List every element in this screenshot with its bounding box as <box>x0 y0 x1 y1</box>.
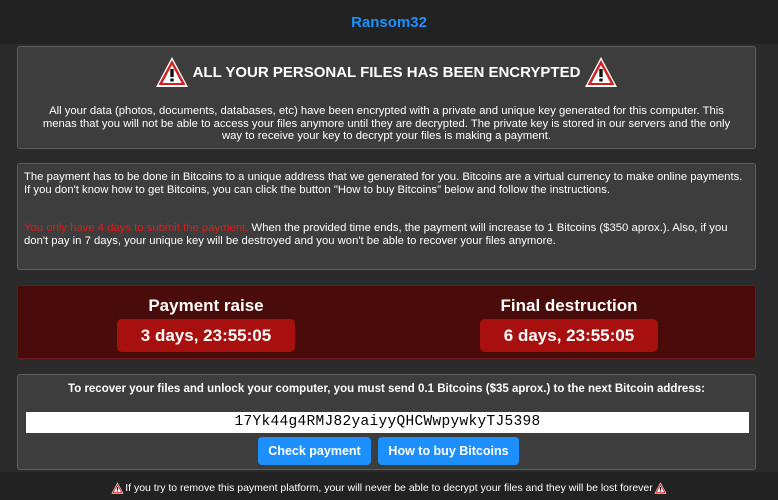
payment-raise-label: Payment raise <box>148 296 264 315</box>
bitcoin-address-field[interactable]: 17Yk44g4RMJ82yaiyyQHCWwpywkyTJ5398 <box>26 412 749 433</box>
how-to-buy-bitcoins-button[interactable]: How to buy Bitcoins <box>378 437 519 465</box>
warning-box: ALL YOUR PERSONAL FILES HAS BEEN ENCRYPT… <box>17 46 756 149</box>
warning-triangle-icon <box>585 57 618 87</box>
payment-instructions: To recover your files and unlock your co… <box>68 383 705 395</box>
payment-raise-timer: Payment raise 3 days, 23:55:05 <box>111 295 301 352</box>
warning-body: All your data (photos, documents, databa… <box>42 105 731 142</box>
final-destruction-timer: Final destruction 6 days, 23:55:05 <box>474 295 664 352</box>
footer-text: If you try to remove this payment platfo… <box>125 482 653 494</box>
payment-info-box: The payment has to be done in Bitcoins t… <box>17 163 756 270</box>
check-payment-button[interactable]: Check payment <box>258 437 371 465</box>
warning-triangle-icon <box>155 57 188 87</box>
countdown-panel: Payment raise 3 days, 23:55:05 Final des… <box>17 285 756 359</box>
payment-box: To recover your files and unlock your co… <box>17 374 756 470</box>
final-destruction-countdown: 6 days, 23:55:05 <box>480 319 658 352</box>
payment-deadline-text: You only have 4 days to submit the payme… <box>24 222 747 247</box>
deadline-warning: You only have 4 days to submit the payme… <box>24 222 249 234</box>
payment-info-text: The payment has to be done in Bitcoins t… <box>24 171 743 196</box>
warning-triangle-icon <box>111 482 124 494</box>
app-title: Ransom32 <box>351 14 427 31</box>
warning-heading: ALL YOUR PERSONAL FILES HAS BEEN ENCRYPT… <box>192 63 581 81</box>
payment-raise-countdown: 3 days, 23:55:05 <box>117 319 295 352</box>
warning-triangle-icon <box>654 482 667 494</box>
final-destruction-label: Final destruction <box>500 296 638 315</box>
warning-heading-row: ALL YOUR PERSONAL FILES HAS BEEN ENCRYPT… <box>18 55 755 89</box>
footer-warning: If you try to remove this payment platfo… <box>0 480 778 496</box>
